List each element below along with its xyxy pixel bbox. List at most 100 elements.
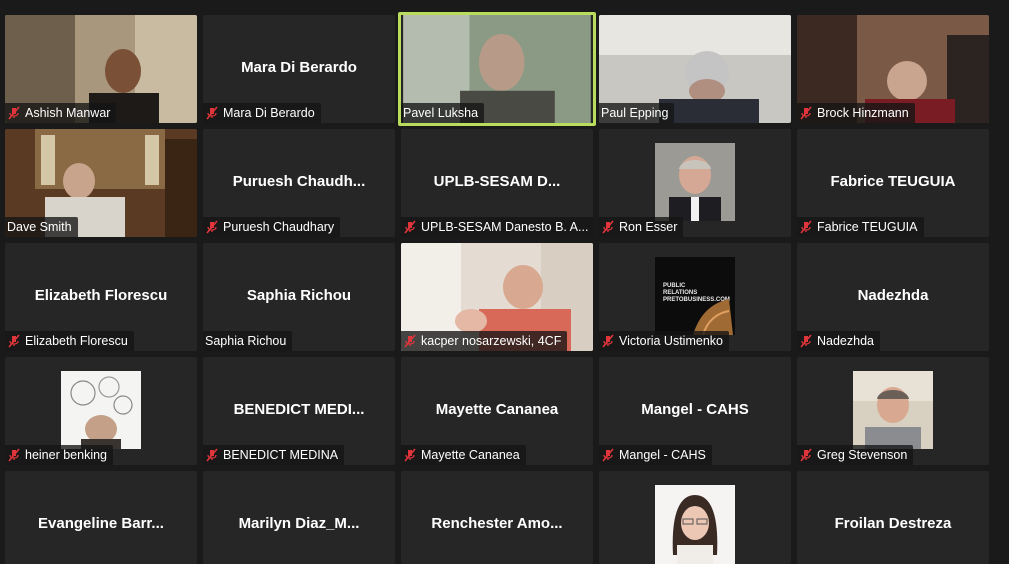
- muted-mic-icon: [404, 334, 416, 348]
- name-label: Elizabeth Florescu: [5, 331, 134, 351]
- participant-tile-benedict[interactable]: BENEDICT MEDI... BENEDICT MEDINA: [203, 357, 395, 465]
- participant-tile-froilan[interactable]: Froilan Destreza: [797, 471, 989, 564]
- participant-tile-renchester[interactable]: Renchester Amo...: [401, 471, 593, 564]
- participant-display-name: Mara Di Berardo: [241, 59, 357, 76]
- name-label: UPLB-SESAM Danesto B. A...: [401, 217, 593, 237]
- participant-name: Nadezhda: [817, 334, 874, 348]
- participant-name: Saphia Richou: [205, 334, 287, 348]
- participant-display-name: BENEDICT MEDI...: [233, 401, 365, 418]
- name-label: Ron Esser: [599, 217, 684, 237]
- participant-name: Fabrice TEUGUIA: [817, 220, 918, 234]
- muted-mic-icon: [404, 448, 416, 462]
- participant-name: Pavel Luksha: [403, 106, 479, 120]
- participant-name: Greg Stevenson: [817, 448, 908, 462]
- participant-display-name: Nadezhda: [857, 287, 929, 304]
- participant-name: Victoria Ustimenko: [619, 334, 723, 348]
- participant-tile-brock[interactable]: Brock Hinzmann: [797, 15, 989, 123]
- name-label: Greg Stevenson: [797, 445, 914, 465]
- muted-mic-icon: [800, 448, 812, 462]
- participant-tile-victoria[interactable]: PUBLIC RELATIONS PRETOBUSINESS.COM Victo…: [599, 243, 791, 351]
- participant-display-name: Elizabeth Florescu: [34, 287, 168, 304]
- participant-display-name: Mangel - CAHS: [641, 401, 749, 418]
- participant-name: Paul Epping: [601, 106, 669, 120]
- muted-mic-icon: [602, 334, 614, 348]
- muted-mic-icon: [8, 448, 20, 462]
- profile-picture: [61, 371, 141, 449]
- participant-tile-puruesh[interactable]: Puruesh Chaudh... Puruesh Chaudhary: [203, 129, 395, 237]
- participant-name: Dave Smith: [7, 220, 72, 234]
- name-label: Paul Epping: [599, 103, 675, 123]
- name-label: Mara Di Berardo: [203, 103, 321, 123]
- participant-name: kacper nosarzewski, 4CF: [421, 334, 562, 348]
- name-label: Saphia Richou: [203, 331, 293, 351]
- participant-display-name: Saphia Richou: [246, 287, 352, 304]
- participant-display-name: Mayette Cananea: [435, 401, 559, 418]
- participant-name: Elizabeth Florescu: [25, 334, 128, 348]
- participant-tile-uplb[interactable]: UPLB-SESAM D... UPLB-SESAM Danesto B. A.…: [401, 129, 593, 237]
- name-label: Dave Smith: [5, 217, 78, 237]
- participant-tile-mangel[interactable]: Mangel - CAHS Mangel - CAHS: [599, 357, 791, 465]
- name-label: Ashish Manwar: [5, 103, 117, 123]
- participant-name: Mayette Cananea: [421, 448, 520, 462]
- name-label: Victoria Ustimenko: [599, 331, 729, 351]
- muted-mic-icon: [800, 106, 812, 120]
- name-label: Mangel - CAHS: [599, 445, 712, 465]
- name-label: Puruesh Chaudhary: [203, 217, 341, 237]
- participant-tile-evangeline[interactable]: Evangeline Barr...: [5, 471, 197, 564]
- name-label: heiner benking: [5, 445, 114, 465]
- participant-name: BENEDICT MEDINA: [223, 448, 339, 462]
- participant-display-name: Marilyn Diaz_M...: [238, 515, 360, 532]
- muted-mic-icon: [602, 448, 614, 462]
- participant-tile-saphia[interactable]: Saphia Richou Saphia Richou: [203, 243, 395, 351]
- participant-tile-photo[interactable]: [599, 471, 791, 564]
- participant-name: Puruesh Chaudhary: [223, 220, 335, 234]
- gallery-grid: Ashish Manwar Mara Di Berardo Mara Di Be…: [0, 0, 1009, 564]
- participant-tile-mayette[interactable]: Mayette Cananea Mayette Cananea: [401, 357, 593, 465]
- name-label: kacper nosarzewski, 4CF: [401, 331, 568, 351]
- name-label: Mayette Cananea: [401, 445, 526, 465]
- muted-mic-icon: [206, 448, 218, 462]
- profile-art: [693, 299, 733, 335]
- profile-picture: [655, 485, 735, 564]
- participant-display-name: Renchester Amo...: [431, 515, 563, 532]
- name-label: BENEDICT MEDINA: [203, 445, 345, 465]
- participant-name: heiner benking: [25, 448, 108, 462]
- muted-mic-icon: [8, 334, 20, 348]
- muted-mic-icon: [404, 220, 416, 234]
- participant-name: Brock Hinzmann: [817, 106, 909, 120]
- muted-mic-icon: [206, 220, 218, 234]
- participant-name: Mangel - CAHS: [619, 448, 706, 462]
- profile-picture: PUBLIC RELATIONS PRETOBUSINESS.COM: [655, 257, 735, 335]
- participant-name: Ashish Manwar: [25, 106, 111, 120]
- participant-tile-kacper[interactable]: kacper nosarzewski, 4CF: [401, 243, 593, 351]
- participant-name: UPLB-SESAM Danesto B. A...: [421, 220, 589, 234]
- participant-tile-marilyn[interactable]: Marilyn Diaz_M...: [203, 471, 395, 564]
- participant-display-name: UPLB-SESAM D...: [433, 173, 561, 190]
- participant-name: Ron Esser: [619, 220, 678, 234]
- participant-display-name: Puruesh Chaudh...: [232, 173, 366, 190]
- name-label: Pavel Luksha: [401, 103, 485, 123]
- participant-display-name: Froilan Destreza: [834, 515, 952, 532]
- name-label: Nadezhda: [797, 331, 880, 351]
- participant-tile-ron[interactable]: Ron Esser: [599, 129, 791, 237]
- participant-tile-fabrice[interactable]: Fabrice TEUGUIA Fabrice TEUGUIA: [797, 129, 989, 237]
- participant-tile-heiner[interactable]: heiner benking: [5, 357, 197, 465]
- name-label: Fabrice TEUGUIA: [797, 217, 924, 237]
- name-label: Brock Hinzmann: [797, 103, 915, 123]
- participant-tile-elizabeth[interactable]: Elizabeth Florescu Elizabeth Florescu: [5, 243, 197, 351]
- muted-mic-icon: [206, 106, 218, 120]
- muted-mic-icon: [8, 106, 20, 120]
- participant-tile-mara[interactable]: Mara Di Berardo Mara Di Berardo: [203, 15, 395, 123]
- participant-tile-ashish[interactable]: Ashish Manwar: [5, 15, 197, 123]
- participant-display-name: Fabrice TEUGUIA: [830, 173, 956, 190]
- muted-mic-icon: [800, 334, 812, 348]
- profile-picture: [853, 371, 933, 449]
- participant-tile-greg[interactable]: Greg Stevenson: [797, 357, 989, 465]
- participant-tile-pavel[interactable]: Pavel Luksha: [398, 12, 596, 126]
- muted-mic-icon: [800, 220, 812, 234]
- muted-mic-icon: [602, 220, 614, 234]
- participant-display-name: Evangeline Barr...: [38, 515, 164, 532]
- participant-tile-dave[interactable]: Dave Smith: [5, 129, 197, 237]
- participant-tile-paul[interactable]: Paul Epping: [599, 15, 791, 123]
- participant-tile-nadezhda[interactable]: Nadezhda Nadezhda: [797, 243, 989, 351]
